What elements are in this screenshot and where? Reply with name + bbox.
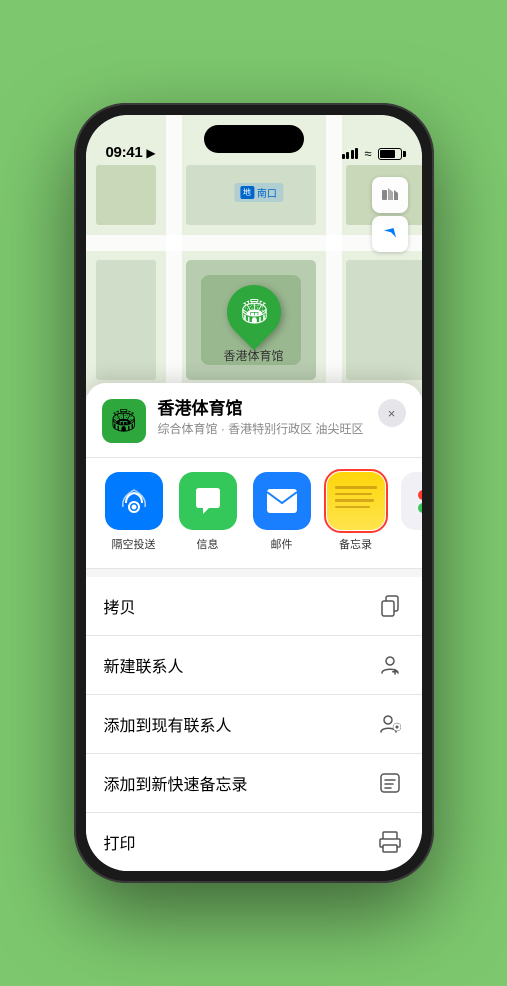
close-button[interactable]: × (378, 399, 406, 427)
location-icon (381, 225, 399, 243)
battery-fill (380, 150, 395, 158)
wifi-icon: ≈ (364, 146, 371, 161)
more-dots-row1 (418, 490, 422, 500)
share-message[interactable]: 信息 (176, 472, 240, 552)
more-dot-red (418, 490, 422, 500)
airdrop-icon (105, 472, 163, 530)
action-quick-note[interactable]: 添加到新快速备忘录 (86, 754, 422, 813)
venue-pin: 🏟 香港体育馆 (223, 285, 283, 364)
more-dots-row2 (418, 503, 422, 513)
more-dot-green (418, 503, 422, 513)
action-new-contact-label: 新建联系人 (104, 653, 184, 677)
share-notes[interactable]: 备忘录 (324, 472, 388, 552)
share-row: 隔空投送 信息 (86, 458, 422, 569)
notes-line-4 (335, 506, 371, 509)
status-icons: ≈ (342, 146, 402, 161)
print-svg (379, 831, 401, 853)
signal-bar-4 (355, 148, 358, 159)
map-type-button[interactable] (372, 177, 408, 213)
notes-lines (335, 486, 377, 508)
mail-svg (265, 487, 299, 515)
mail-label: 邮件 (271, 536, 293, 552)
note-icon (376, 769, 404, 797)
action-print[interactable]: 打印 (86, 813, 422, 871)
map-label-icon: 地 (240, 186, 254, 199)
pin-circle: 🏟 (215, 274, 291, 350)
more-icon (401, 472, 422, 530)
status-time: 09:41 (106, 144, 143, 161)
airdrop-label: 隔空投送 (112, 536, 156, 552)
phone-frame: 09:41 ▶ ≈ (74, 103, 434, 883)
signal-bar-2 (346, 152, 349, 159)
notes-line-1 (335, 486, 377, 489)
map-controls (372, 177, 408, 252)
notes-line-3 (335, 499, 375, 502)
bottom-sheet: 🏟 香港体育馆 综合体育馆 · 香港特别行政区 油尖旺区 × (86, 383, 422, 871)
message-icon (179, 472, 237, 530)
action-new-contact[interactable]: 新建联系人 (86, 636, 422, 695)
note-svg (379, 772, 401, 794)
action-copy[interactable]: 拷贝 (86, 577, 422, 636)
dynamic-island (204, 125, 304, 153)
place-name: 香港体育馆 (158, 399, 366, 419)
mail-icon (253, 472, 311, 530)
copy-svg (379, 595, 401, 617)
airdrop-svg (118, 485, 150, 517)
phone-screen: 09:41 ▶ ≈ (86, 115, 422, 871)
signal-bar-3 (351, 150, 354, 159)
share-airdrop[interactable]: 隔空投送 (102, 472, 166, 552)
message-label: 信息 (197, 536, 219, 552)
place-info: 香港体育馆 综合体育馆 · 香港特别行政区 油尖旺区 (158, 399, 366, 438)
person-svg (379, 654, 401, 676)
share-more[interactable]: 提 (398, 472, 422, 552)
battery-icon (378, 148, 402, 160)
map-north-exit-label: 地 南口 (234, 183, 283, 202)
person-add-svg (379, 713, 401, 735)
notes-line-2 (335, 493, 373, 496)
signal-bar-1 (342, 154, 345, 159)
action-quick-note-label: 添加到新快速备忘录 (104, 771, 248, 795)
person-icon (376, 651, 404, 679)
place-header: 🏟 香港体育馆 综合体育馆 · 香港特别行政区 油尖旺区 × (86, 383, 422, 458)
action-print-label: 打印 (104, 830, 136, 854)
action-copy-label: 拷贝 (104, 594, 136, 618)
notes-icon (327, 472, 385, 530)
place-icon: 🏟 (102, 399, 146, 443)
place-subtitle: 综合体育馆 · 香港特别行政区 油尖旺区 (158, 422, 366, 438)
share-mail[interactable]: 邮件 (250, 472, 314, 552)
print-icon (376, 828, 404, 856)
location-icon: ▶ (146, 146, 155, 160)
action-list: 拷贝 新建联系人 (86, 577, 422, 871)
pin-icon: 🏟 (238, 298, 268, 327)
person-add-icon (376, 710, 404, 738)
map-type-icon (381, 186, 399, 204)
action-add-existing-label: 添加到现有联系人 (104, 712, 232, 736)
notes-label: 备忘录 (339, 536, 372, 552)
map-label-text: 南口 (257, 185, 277, 200)
action-add-existing[interactable]: 添加到现有联系人 (86, 695, 422, 754)
location-button[interactable] (372, 216, 408, 252)
signal-bars (342, 148, 359, 159)
message-svg (191, 484, 225, 518)
close-icon: × (388, 406, 396, 421)
copy-icon (376, 592, 404, 620)
